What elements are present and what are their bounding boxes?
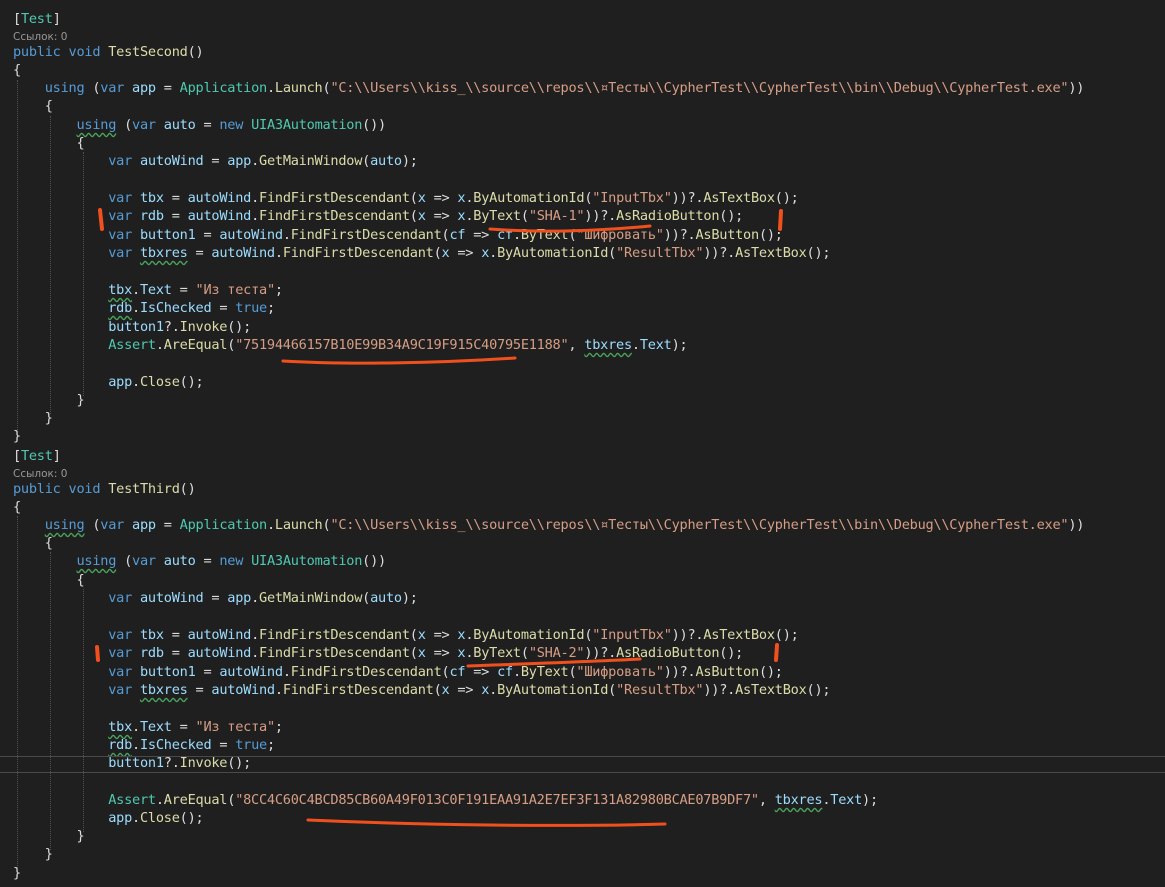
tick-mark-left-2 [95,645,100,662]
underline-hash1 [281,356,517,365]
tick-mark-left-1 [98,208,104,231]
underline-hash2 [306,818,667,827]
hand-drawn-annotations [95,208,783,827]
tick-mark-right-2 [774,643,779,662]
underline-sha1 [488,224,652,233]
tick-mark-right-1 [778,209,783,231]
code-editor[interactable]: [Test] Ссылок: 0 public void TestSecond(… [0,0,1165,887]
underline-sha2 [466,657,642,668]
